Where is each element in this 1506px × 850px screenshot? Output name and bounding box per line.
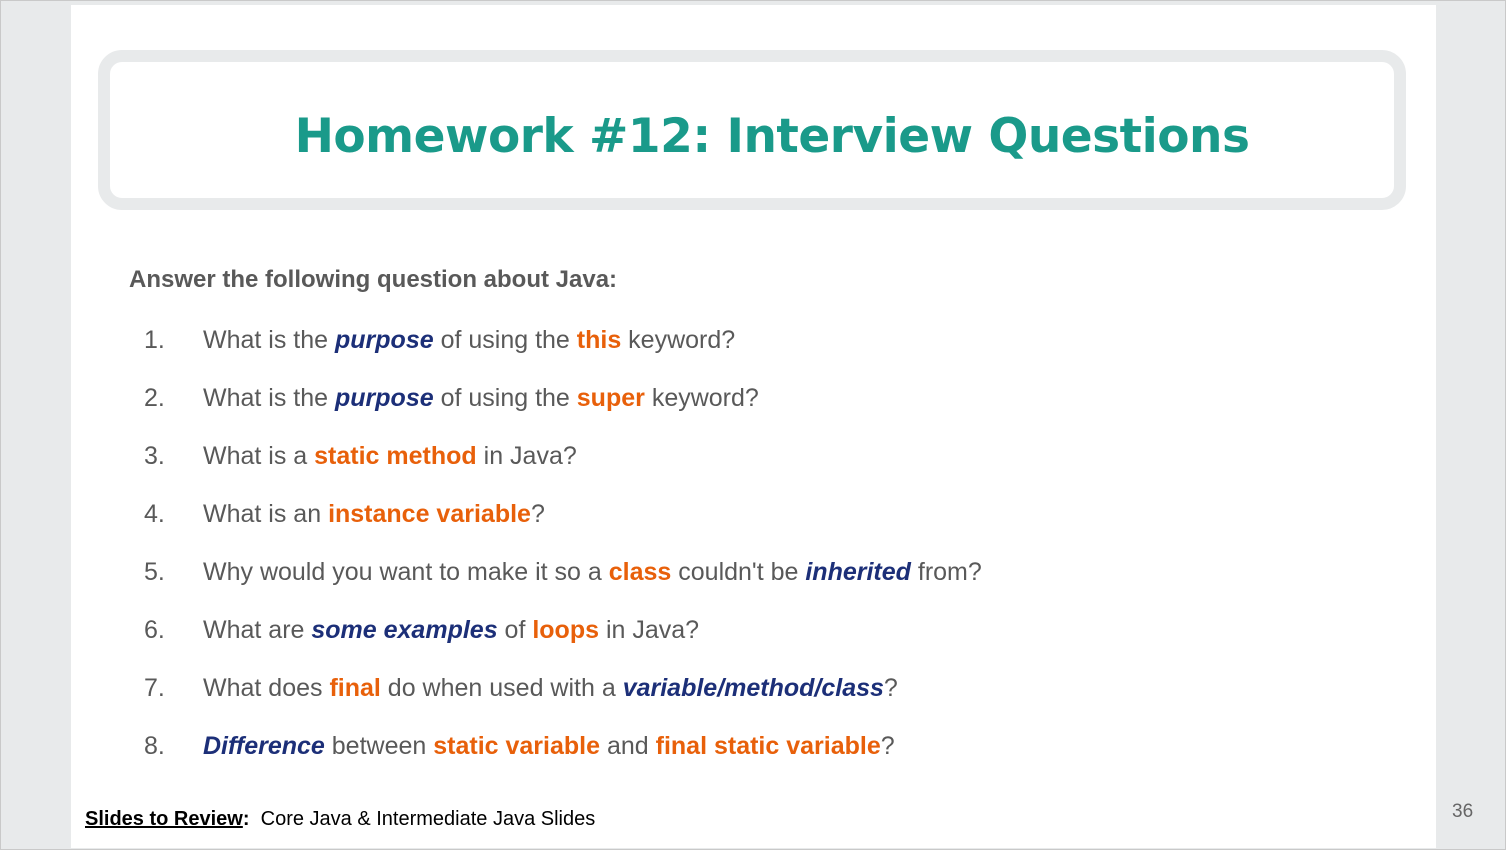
intro-text: Answer the following question about Java… [129,266,618,293]
footer: Slides to Review: Core Java & Intermedia… [85,808,595,831]
keyword-highlight: class [608,558,672,586]
keyword-highlight: instance variable [328,500,531,528]
question-text: What are some examples of loops in Java? [203,610,699,650]
question-text-segment: in Java? [476,442,577,470]
keyword-highlight: super [576,384,645,412]
title-box: Homework #12: Interview Questions [98,50,1406,210]
list-item-number: 7. [144,674,165,702]
footer-colon: : [242,808,250,830]
question-text-segment: What are [203,616,312,644]
question-text-segment: What does [203,674,330,702]
question-text-segment: of using the [433,384,577,412]
list-item-number: 1. [144,326,165,354]
question-text: What is a static method in Java? [203,436,577,476]
question-text-segment: ? [883,674,898,702]
footer-text: Core Java & Intermediate Java Slides [249,808,596,830]
question-text-segment: of [497,616,533,644]
question-text: What is the purpose of using the super k… [203,378,759,418]
question-text-segment: of using the [433,326,577,354]
question-text: What is the purpose of using the this ke… [203,320,735,360]
keyword-highlight: final static variable [655,732,881,760]
question-text-segment: and [600,732,656,760]
emphasis-highlight: some examples [311,616,498,644]
question-text-segment: What is a [203,442,315,470]
question-text-segment: What is an [203,500,329,528]
question-text-segment: couldn't be [671,558,806,586]
question-text-segment: ? [530,500,545,528]
question-text-segment: What is the [203,326,335,354]
keyword-highlight: final [329,674,381,702]
list-item-number: 5. [144,558,165,586]
keyword-highlight: static variable [433,732,601,760]
question-text-segment: keyword? [621,326,736,354]
footer-label: Slides to Review [85,808,243,830]
list-item-number: 8. [144,732,165,760]
question-text: What is an instance variable? [203,494,545,534]
list-item-number: 3. [144,442,165,470]
emphasis-highlight: purpose [335,384,434,412]
question-text-segment: What is the [203,384,335,412]
question-text-segment: keyword? [644,384,759,412]
emphasis-highlight: Difference [203,732,325,760]
emphasis-highlight: variable/method/class [622,674,884,702]
question-text-segment: from? [910,558,982,586]
emphasis-highlight: purpose [335,326,434,354]
question-text: What does final do when used with a vari… [203,668,898,708]
question-text: Why would you want to make it so a class… [203,552,982,592]
list-item-number: 4. [144,500,165,528]
question-text: Difference between static variable and f… [203,726,895,766]
question-text-segment: Why would you want to make it so a [203,558,609,586]
keyword-highlight: this [576,326,622,354]
question-text-segment: in Java? [599,616,700,644]
page-number: 36 [1452,801,1474,822]
question-text-segment: between [324,732,434,760]
keyword-highlight: loops [532,616,600,644]
keyword-highlight: static method [314,442,477,470]
question-text-segment: ? [880,732,895,760]
list-item-number: 2. [144,384,165,412]
emphasis-highlight: inherited [805,558,911,586]
list-item-number: 6. [144,616,165,644]
slide-title: Homework #12: Interview Questions [294,109,1250,164]
question-text-segment: do when used with a [380,674,623,702]
